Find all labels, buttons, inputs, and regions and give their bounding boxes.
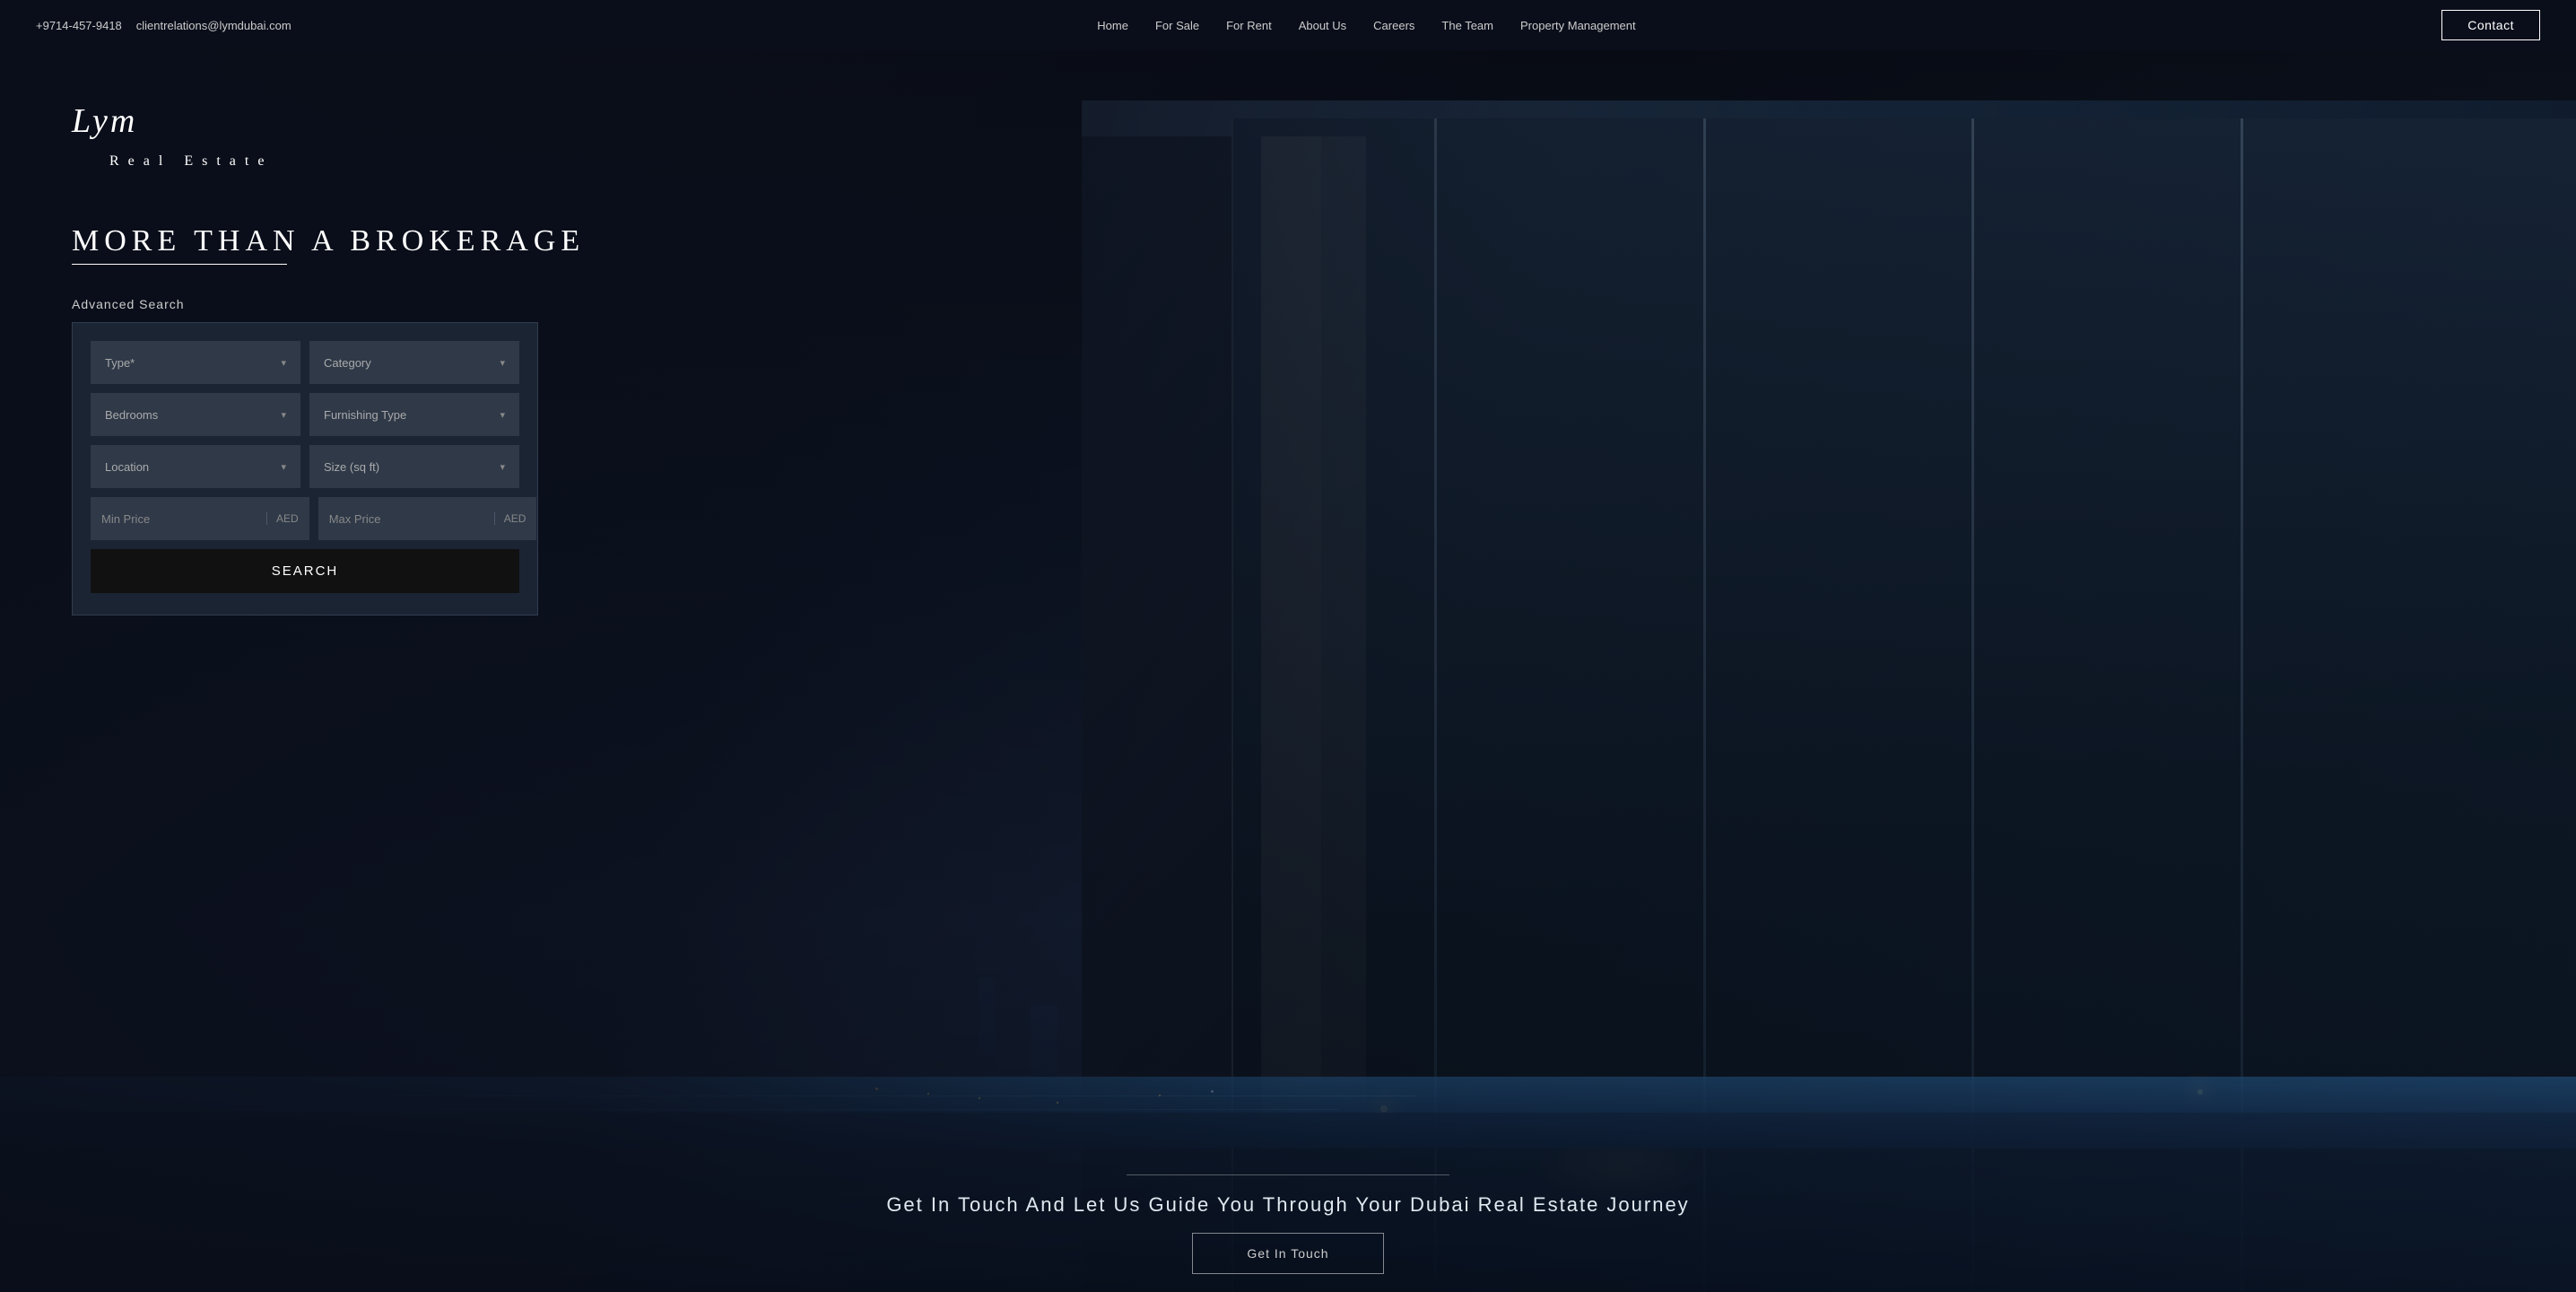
furnishing-label: Furnishing Type (324, 408, 406, 422)
max-price-wrapper: AED (318, 497, 537, 540)
nav-about-us[interactable]: About Us (1299, 19, 1346, 32)
nav-careers[interactable]: Careers (1373, 19, 1414, 32)
nav-the-team[interactable]: The Team (1441, 19, 1493, 32)
max-price-input[interactable] (329, 512, 487, 526)
logo: LymReal Estate (72, 104, 2576, 170)
size-label: Size (sq ft) (324, 460, 379, 474)
form-row-2: Bedrooms ▾ Furnishing Type ▾ (91, 393, 519, 436)
bedrooms-chevron: ▾ (281, 409, 286, 421)
category-label: Category (324, 356, 371, 370)
logo-brand: LymReal Estate (72, 104, 2576, 170)
bottom-section: Get In Touch And Let Us Guide You Throug… (0, 1148, 2576, 1292)
min-currency: AED (266, 512, 299, 525)
form-row-1: Type* ▾ Category ▾ (91, 341, 519, 384)
min-price-input[interactable] (101, 512, 259, 526)
type-label: Type* (105, 356, 135, 370)
tagline-underline (72, 264, 287, 265)
location-chevron: ▾ (281, 461, 286, 473)
nav-home[interactable]: Home (1097, 19, 1128, 32)
contact-info: +9714-457-9418 clientrelations@lymdubai.… (36, 19, 292, 32)
category-chevron: ▾ (500, 357, 505, 369)
bottom-tagline: Get In Touch And Let Us Guide You Throug… (0, 1193, 2576, 1217)
form-row-4: AED AED (91, 497, 519, 540)
hero-section: LymReal Estate More than a Brokerage Adv… (0, 50, 2576, 1292)
navbar-right: Contact (2441, 10, 2540, 40)
location-label: Location (105, 460, 149, 474)
max-currency: AED (494, 512, 527, 525)
advanced-search-label: Advanced Search (72, 297, 2576, 311)
phone-number[interactable]: +9714-457-9418 (36, 19, 122, 32)
main-nav: Home For Sale For Rent About Us Careers … (1097, 19, 1635, 32)
nav-for-sale[interactable]: For Sale (1155, 19, 1199, 32)
form-row-3: Location ▾ Size (sq ft) ▾ (91, 445, 519, 488)
size-select[interactable]: Size (sq ft) ▾ (309, 445, 519, 488)
min-price-wrapper: AED (91, 497, 309, 540)
category-select[interactable]: Category ▾ (309, 341, 519, 384)
hero-content: LymReal Estate More than a Brokerage Adv… (0, 50, 2576, 1148)
navbar-left: +9714-457-9418 clientrelations@lymdubai.… (36, 19, 292, 32)
bedrooms-select[interactable]: Bedrooms ▾ (91, 393, 300, 436)
nav-for-rent[interactable]: For Rent (1226, 19, 1272, 32)
hero-tagline: More than a Brokerage (72, 224, 2576, 258)
navbar: +9714-457-9418 clientrelations@lymdubai.… (0, 0, 2576, 50)
type-select[interactable]: Type* ▾ (91, 341, 300, 384)
bedrooms-label: Bedrooms (105, 408, 158, 422)
size-chevron: ▾ (500, 461, 505, 473)
search-form: Type* ▾ Category ▾ Bedrooms ▾ Furnishing… (72, 322, 538, 615)
nav-property-management[interactable]: Property Management (1520, 19, 1636, 32)
search-button[interactable]: Search (91, 549, 519, 593)
email-address[interactable]: clientrelations@lymdubai.com (136, 19, 292, 32)
get-in-touch-button[interactable]: Get In Touch (1192, 1233, 1383, 1274)
type-chevron: ▾ (281, 357, 286, 369)
location-select[interactable]: Location ▾ (91, 445, 300, 488)
furnishing-select[interactable]: Furnishing Type ▾ (309, 393, 519, 436)
furnishing-chevron: ▾ (500, 409, 505, 421)
contact-button[interactable]: Contact (2441, 10, 2540, 40)
bottom-divider (1127, 1174, 1449, 1175)
